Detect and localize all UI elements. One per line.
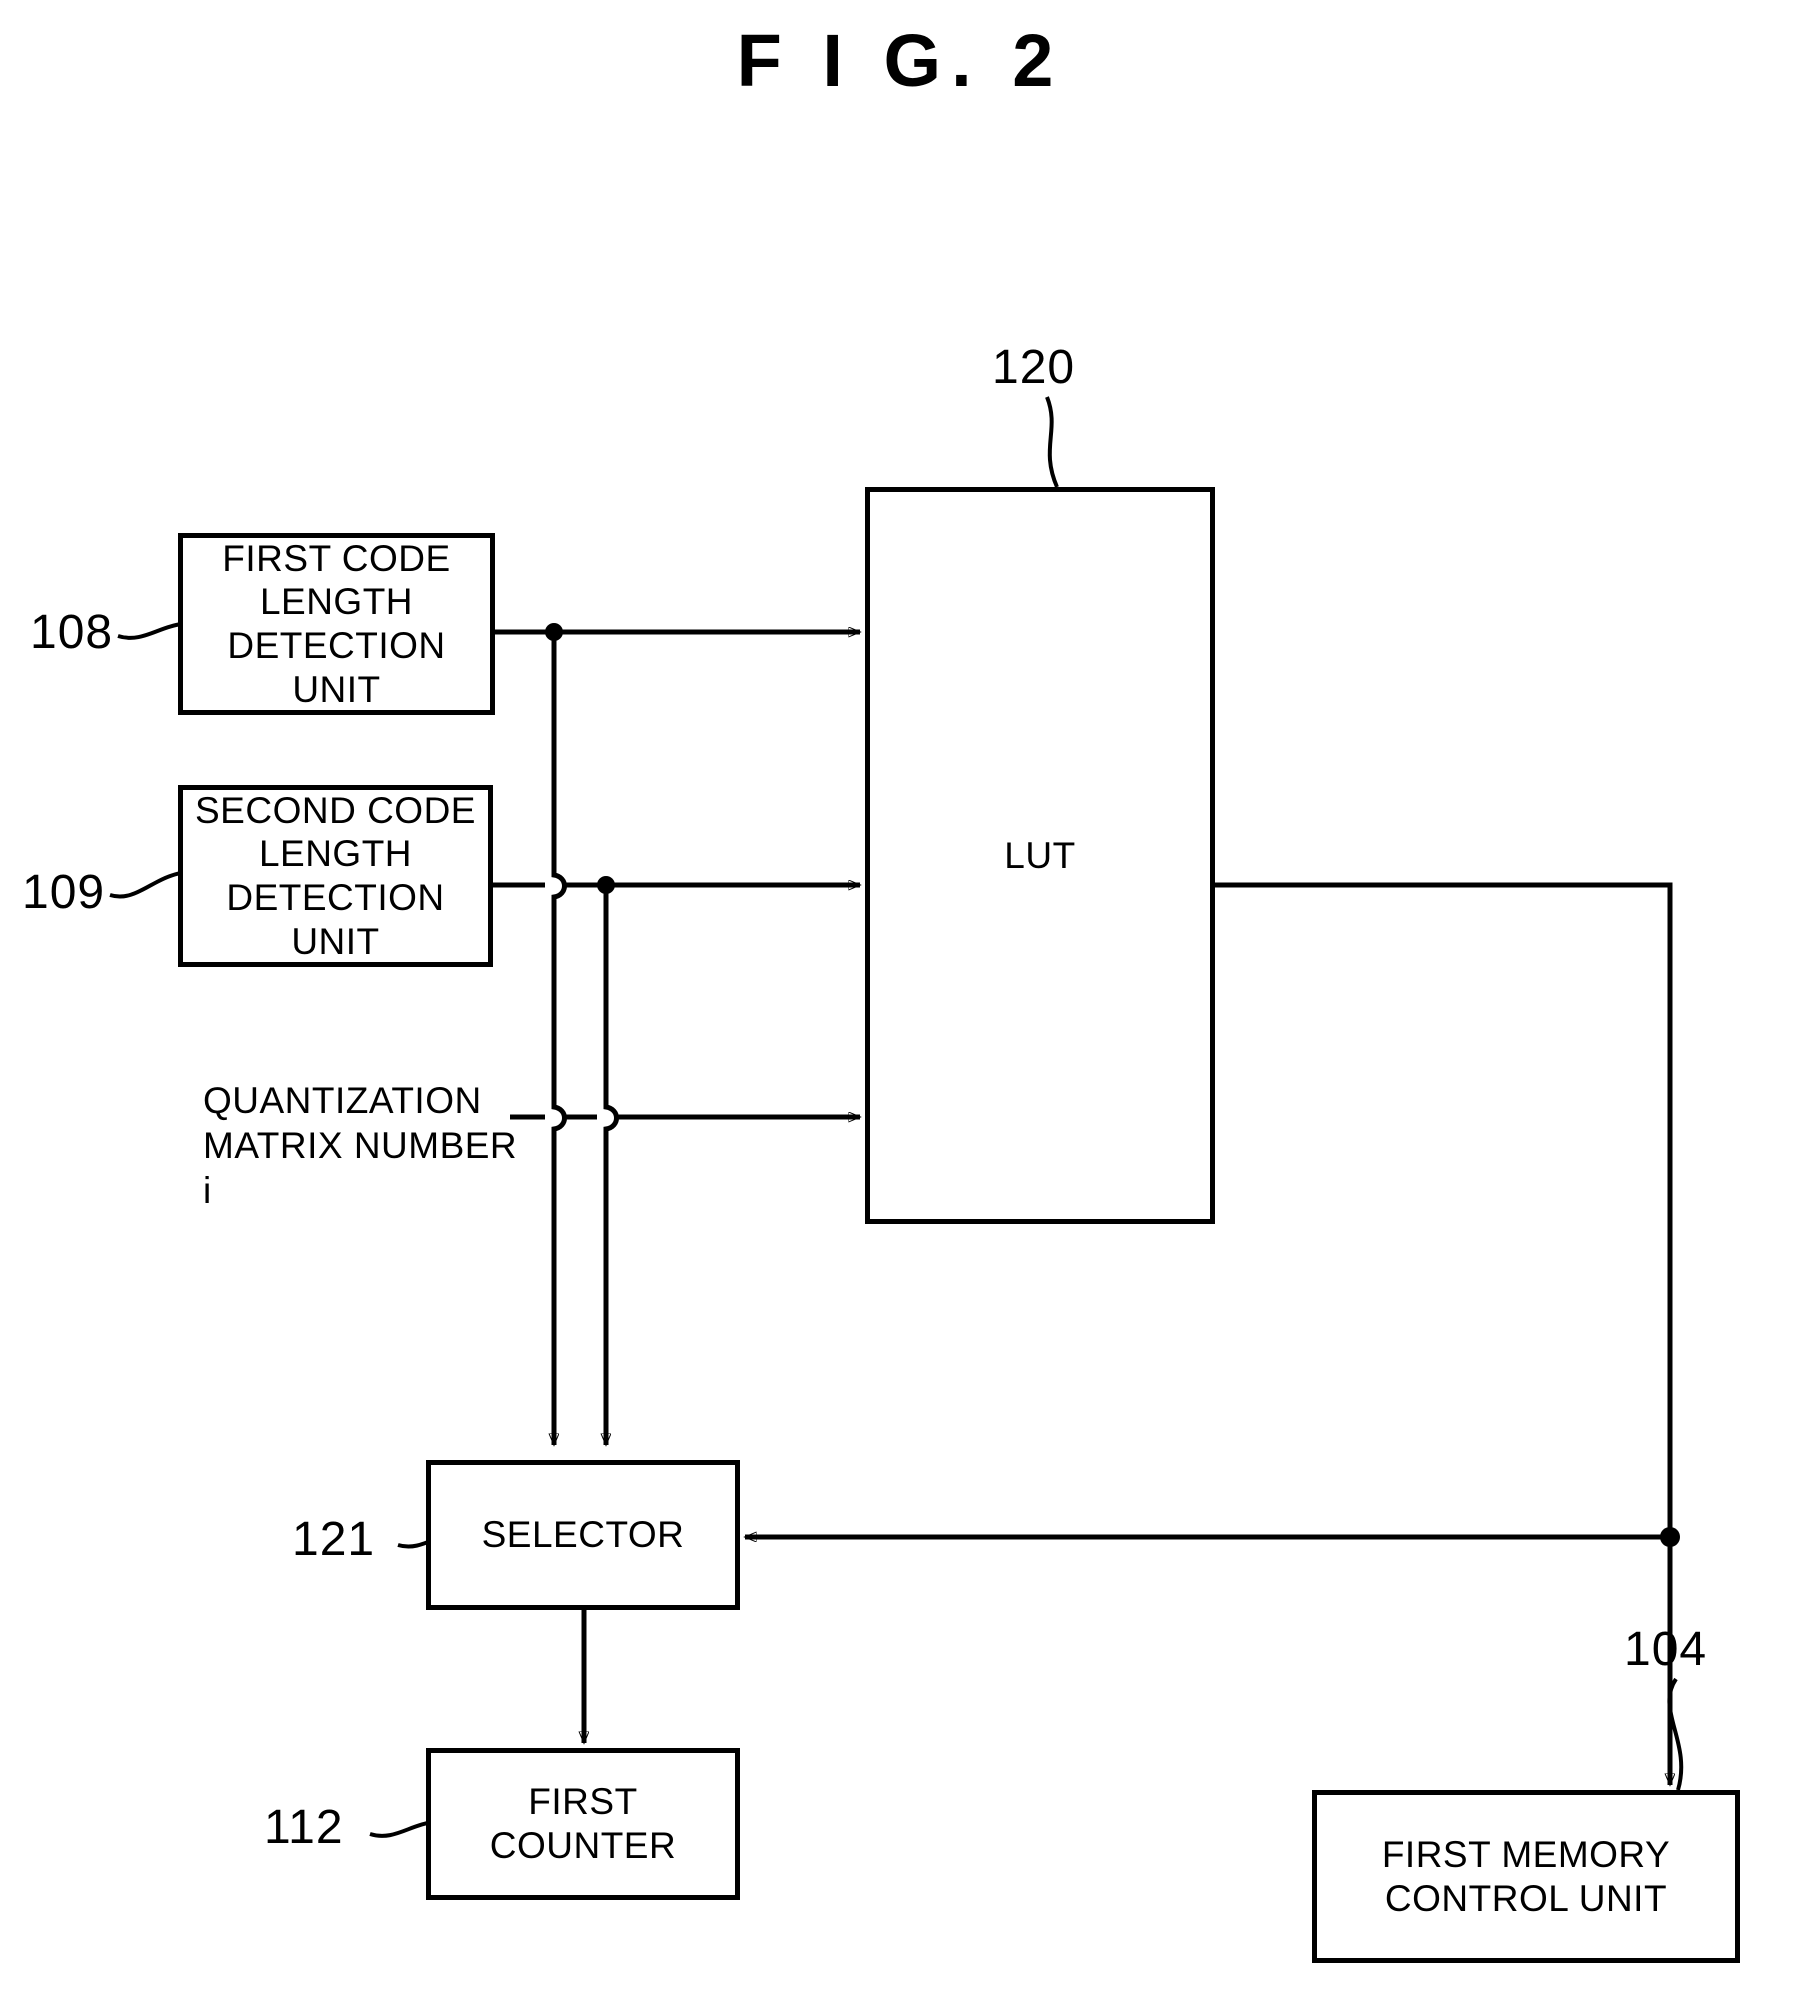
block-109-line3: DETECTION UNIT bbox=[226, 877, 445, 962]
block-104-line2: CONTROL UNIT bbox=[1384, 1877, 1668, 1919]
wire-109-branch-to-selector bbox=[606, 885, 619, 1445]
ref-numeral-121: 121 bbox=[292, 1513, 376, 1566]
block-first-counter[interactable]: FIRST COUNTER bbox=[426, 1748, 740, 1900]
block-selector[interactable]: SELECTOR bbox=[426, 1460, 740, 1610]
block-first-counter-label: FIRST COUNTER bbox=[489, 1781, 677, 1866]
ref-numeral-109: 109 bbox=[22, 866, 106, 919]
block-108-line3: DETECTION UNIT bbox=[227, 625, 446, 710]
ref-numeral-104: 104 bbox=[1624, 1623, 1708, 1676]
signal-quantization-matrix-number: QUANTIZATION MATRIX NUMBER i bbox=[203, 1078, 523, 1213]
block-first-code-length-detection-unit[interactable]: FIRST CODE LENGTH DETECTION UNIT bbox=[178, 533, 495, 715]
leader-120 bbox=[1045, 396, 1059, 488]
wire-lut-output bbox=[1215, 882, 1673, 1537]
block-lut[interactable]: LUT bbox=[865, 487, 1215, 1224]
signal-qmatrix-line2: MATRIX NUMBER i bbox=[203, 1125, 518, 1212]
block-104-line1: FIRST MEMORY bbox=[1381, 1833, 1671, 1875]
wire-108-branch-to-selector bbox=[554, 632, 567, 1445]
block-lut-label: LUT bbox=[1004, 834, 1076, 876]
ref-numeral-120: 120 bbox=[992, 341, 1076, 394]
block-first-memory-control-unit[interactable]: FIRST MEMORY CONTROL UNIT bbox=[1312, 1790, 1740, 1963]
block-108-line2: LENGTH bbox=[259, 581, 414, 623]
signal-qmatrix-line1: QUANTIZATION bbox=[203, 1080, 482, 1121]
ref-numeral-112: 112 bbox=[264, 1801, 344, 1854]
ref-numeral-108: 108 bbox=[30, 606, 114, 659]
block-second-code-length-detection-unit[interactable]: SECOND CODE LENGTH DETECTION UNIT bbox=[178, 785, 493, 967]
figure-canvas: F I G. 2 FIRST CODE LENGTH DETECTION UNI… bbox=[0, 0, 1800, 1993]
block-109-line2: LENGTH bbox=[258, 833, 413, 875]
block-selector-label: SELECTOR bbox=[481, 1514, 685, 1556]
block-109-line1: SECOND CODE bbox=[195, 789, 476, 831]
block-108-line1: FIRST CODE bbox=[222, 537, 451, 579]
